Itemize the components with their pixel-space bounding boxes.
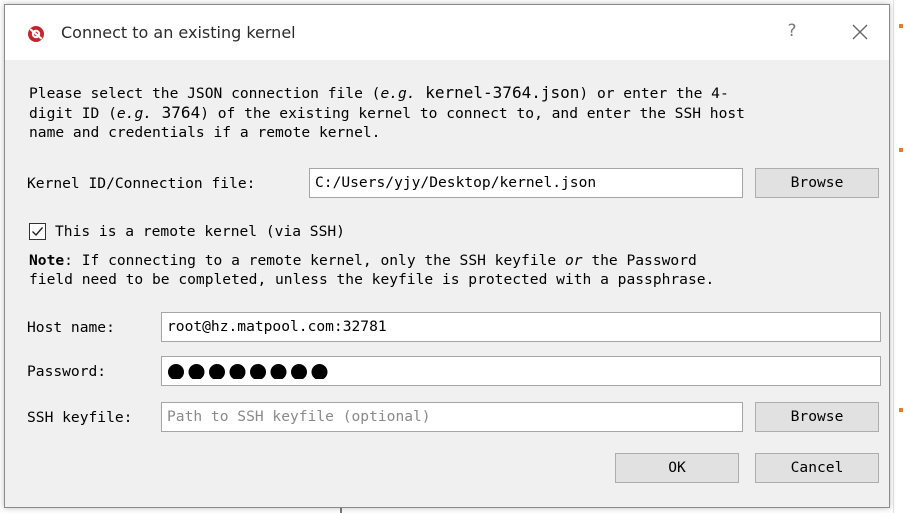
background-window-edge	[893, 0, 908, 513]
password-mask-dot	[168, 364, 184, 379]
password-mask-dot	[209, 364, 225, 379]
kernel-connection-file-input[interactable]: C:/Users/yjy/Desktop/kernel.json	[309, 168, 743, 198]
cancel-button[interactable]: Cancel	[755, 453, 879, 483]
ssh-keyfile-input[interactable]: Path to SSH keyfile (optional)	[161, 402, 743, 432]
connect-kernel-dialog: Connect to an existing kernel ? Please s…	[4, 4, 890, 508]
password-mask-dot	[291, 364, 307, 379]
background-mark	[899, 148, 903, 152]
password-input[interactable]	[161, 356, 881, 386]
dialog-title: Connect to an existing kernel	[61, 23, 296, 42]
help-button[interactable]: ?	[781, 21, 803, 45]
description-line-1: Please select the JSON connection file (…	[29, 83, 729, 102]
remote-kernel-checkbox-label[interactable]: This is a remote kernel (via SSH)	[55, 223, 345, 240]
description-line-2: digit ID (e.g. 3764) of the existing ker…	[29, 103, 745, 122]
browse-button[interactable]: Browse	[755, 168, 879, 198]
keyfile-browse-button[interactable]: Browse	[755, 402, 879, 432]
password-mask-dot	[311, 364, 328, 379]
description-text: Please select the JSON connection file (…	[29, 83, 889, 142]
password-mask-dot	[188, 364, 205, 379]
host-name-input[interactable]: root@hz.matpool.com:32781	[161, 312, 881, 342]
title-bar[interactable]: Connect to an existing kernel ?	[5, 5, 889, 60]
note-text: Note: If connecting to a remote kernel, …	[29, 251, 889, 289]
close-icon[interactable]	[847, 19, 873, 45]
checkmark-icon	[32, 227, 44, 237]
password-mask-dot	[229, 364, 246, 379]
background-mark	[899, 408, 903, 412]
password-mask-dot	[270, 364, 287, 379]
ok-button[interactable]: OK	[615, 453, 739, 483]
spyder-icon	[28, 26, 44, 42]
description-line-3: name and credentials if a remote kernel.	[29, 124, 381, 141]
kernel-id-label: Kernel ID/Connection file:	[27, 175, 256, 192]
note-line-1: Note: If connecting to a remote kernel, …	[29, 252, 697, 269]
password-label: Password:	[27, 363, 107, 380]
remote-kernel-checkbox[interactable]	[29, 223, 46, 240]
ssh-keyfile-label: SSH keyfile:	[27, 409, 133, 426]
host-name-label: Host name:	[27, 319, 115, 336]
background-mark	[899, 24, 903, 28]
note-line-2: field need to be completed, unless the k…	[29, 271, 715, 288]
password-mask	[168, 364, 328, 379]
password-mask-dot	[250, 364, 266, 379]
